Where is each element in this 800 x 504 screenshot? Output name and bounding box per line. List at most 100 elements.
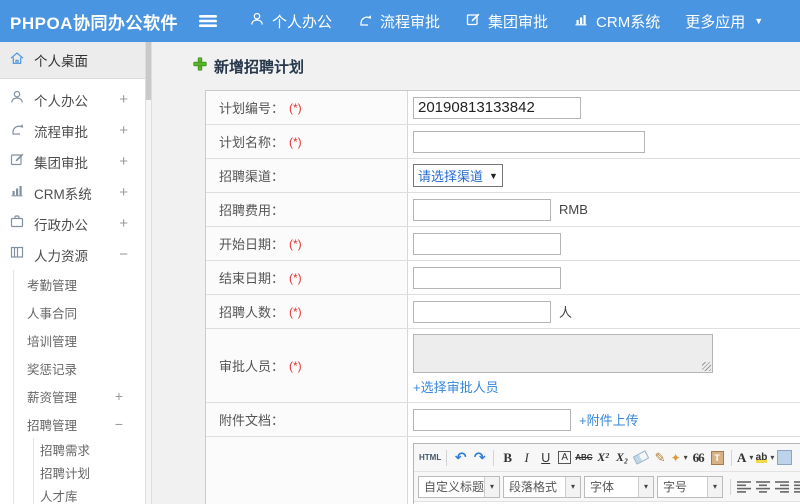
expand-icon[interactable]: + — [115, 388, 123, 404]
plan-number-input[interactable] — [413, 96, 581, 119]
submenu-label: 人事合同 — [27, 306, 78, 321]
align-center-icon[interactable] — [755, 478, 772, 496]
page-title-row: 新增招聘计划 — [193, 56, 800, 77]
editor-toolbar-row2: 自定义标题 ▾ 段落格式 ▾ 字体 ▾ 字号 ▾ — [414, 472, 800, 502]
submenu-label: 招聘计划 — [40, 467, 91, 481]
expand-icon[interactable]: + — [119, 91, 128, 108]
sidebar-item-recruit-plan[interactable]: 招聘计划 — [34, 461, 145, 484]
align-right-icon[interactable] — [774, 478, 791, 496]
nav-process-approval[interactable]: 流程审批 — [348, 11, 449, 32]
attachment-upload-link[interactable]: +附件上传 — [579, 410, 639, 429]
magic-glyph: ✦ — [670, 450, 681, 465]
caret-down-icon: ▾ — [749, 453, 754, 462]
font-size-dropdown[interactable]: 字号 ▾ — [657, 475, 723, 498]
sidebar-item-attendance[interactable]: 考勤管理 — [14, 270, 145, 298]
required-mark: (*) — [289, 270, 302, 285]
collapse-icon[interactable]: − — [119, 246, 128, 263]
form-row-end-date: 结束日期： (*) — [206, 261, 800, 295]
required-mark: (*) — [289, 304, 302, 319]
sidebar-item-recruit-mgmt[interactable]: 招聘管理 − — [14, 410, 145, 438]
highlight-glyph: ab — [755, 452, 768, 463]
main-content: 新增招聘计划 计划编号： (*) 计划名称： (*) 招聘渠道： 请选择渠道 ▼ — [153, 42, 800, 504]
italic-button[interactable]: I — [518, 449, 535, 467]
sidebar-item-process-approval[interactable]: 流程审批 + — [0, 115, 145, 146]
font-family-dropdown[interactable]: 字体 ▾ — [584, 475, 654, 498]
blockquote-button[interactable]: 66 — [690, 449, 707, 467]
page-title: 新增招聘计划 — [214, 59, 305, 76]
auto-format-button[interactable]: ✦ ▾ — [671, 449, 688, 467]
eraser-icon[interactable] — [632, 449, 650, 467]
paragraph-format-dropdown[interactable]: 段落格式 ▾ — [503, 475, 581, 498]
sidebar-item-crm[interactable]: CRM系统 + — [0, 177, 145, 208]
bold-button[interactable]: B — [499, 449, 516, 467]
nav-personal-office[interactable]: 个人办公 — [240, 11, 341, 32]
channel-select[interactable]: 请选择渠道 ▼ — [413, 164, 503, 187]
user-icon — [9, 89, 25, 110]
sidebar-item-personal-office[interactable]: 个人办公 + — [0, 84, 145, 115]
format-brush-icon[interactable]: ✎ — [652, 449, 669, 467]
align-left-icon[interactable] — [736, 478, 753, 496]
undo-icon[interactable]: ↶ — [452, 449, 469, 467]
attachment-input[interactable] — [413, 408, 571, 431]
add-icon — [193, 57, 207, 76]
nav-label: 集团审批 — [488, 13, 549, 31]
source-code-button[interactable]: HTML — [419, 449, 441, 467]
subscript-button[interactable]: X₂ — [614, 449, 631, 467]
select-approver-link[interactable]: +选择审批人员 — [413, 377, 499, 396]
field-label: 结束日期： (*) — [206, 261, 408, 294]
sidebar-scrollbar[interactable] — [145, 42, 152, 504]
custom-title-dropdown[interactable]: 自定义标题 ▾ — [418, 475, 500, 498]
plan-name-input[interactable] — [413, 130, 645, 153]
select-value: 请选择渠道 — [418, 169, 484, 184]
highlight-color-button[interactable]: ab ▾ — [755, 449, 774, 467]
headcount-input[interactable] — [413, 300, 551, 323]
paste-button[interactable]: T — [709, 449, 726, 467]
form-row-attachment: 附件文档： +附件上传 — [206, 403, 800, 437]
start-date-input[interactable] — [413, 232, 561, 255]
superscript-button[interactable]: X² — [595, 449, 612, 467]
sidebar-item-group-approval[interactable]: 集团审批 + — [0, 146, 145, 177]
menu-icon[interactable] — [198, 13, 218, 29]
label-text: 开始日期： — [219, 237, 285, 252]
sidebar-item-hr[interactable]: 人力资源 − — [0, 239, 145, 270]
end-date-input[interactable] — [413, 266, 561, 289]
scrollbar-thumb[interactable] — [146, 42, 151, 100]
briefcase-icon — [9, 213, 25, 234]
sidebar-item-recruit-demand[interactable]: 招聘需求 — [34, 438, 145, 461]
submenu-label: 招聘管理 — [27, 418, 78, 433]
topbar: PHPOA协同办公软件 个人办公 流程审批 集团审批 CRM系统 更多应用 ▼ — [0, 0, 800, 42]
font-color-button[interactable]: A ▾ — [737, 449, 754, 467]
submenu-label: 人才库 — [40, 490, 78, 504]
form-row-channel: 招聘渠道： 请选择渠道 ▼ — [206, 159, 800, 193]
nav-more-apps[interactable]: 更多应用 ▼ — [676, 11, 772, 32]
sidebar-item-admin-office[interactable]: 行政办公 + — [0, 208, 145, 239]
sidebar-item-salary[interactable]: 薪资管理 + — [14, 382, 145, 410]
table-icon[interactable] — [777, 450, 793, 465]
expand-icon[interactable]: + — [119, 122, 128, 139]
editor-toolbar-row1: HTML ↶ ↷ B I U A ABC X² X₂ ✎ ✦ ▾ 66 T A … — [414, 444, 800, 472]
font-border-button[interactable]: A — [556, 449, 573, 467]
nav-group-approval[interactable]: 集团审批 — [456, 11, 557, 32]
collapse-icon[interactable]: − — [115, 416, 123, 432]
underline-button[interactable]: U — [537, 449, 554, 467]
fee-input[interactable] — [413, 198, 551, 221]
sidebar-item-training[interactable]: 培训管理 — [14, 326, 145, 354]
sidebar-item-label: 个人桌面 — [34, 54, 88, 69]
sidebar-item-talent-pool[interactable]: 人才库 — [34, 484, 145, 504]
redo-icon[interactable]: ↷ — [471, 449, 488, 467]
sidebar-item-label: 个人办公 — [34, 93, 88, 109]
expand-icon[interactable]: + — [119, 215, 128, 232]
caret-down-icon: ▾ — [707, 476, 722, 497]
approver-textarea[interactable] — [413, 334, 713, 373]
expand-icon[interactable]: + — [119, 153, 128, 170]
label-text: 计划名称： — [219, 135, 285, 150]
sidebar-item-reward-punish[interactable]: 奖惩记录 — [14, 354, 145, 382]
sidebar-item-desktop[interactable]: 个人桌面 — [0, 42, 145, 79]
strikethrough-button[interactable]: ABC — [575, 449, 592, 467]
submenu-label: 培训管理 — [27, 334, 78, 349]
nav-crm-system[interactable]: CRM系统 — [564, 11, 669, 32]
sidebar-item-hr-contract[interactable]: 人事合同 — [14, 298, 145, 326]
expand-icon[interactable]: + — [119, 184, 128, 201]
align-justify-icon[interactable] — [793, 478, 800, 496]
label-text: 审批人员： — [219, 359, 285, 374]
